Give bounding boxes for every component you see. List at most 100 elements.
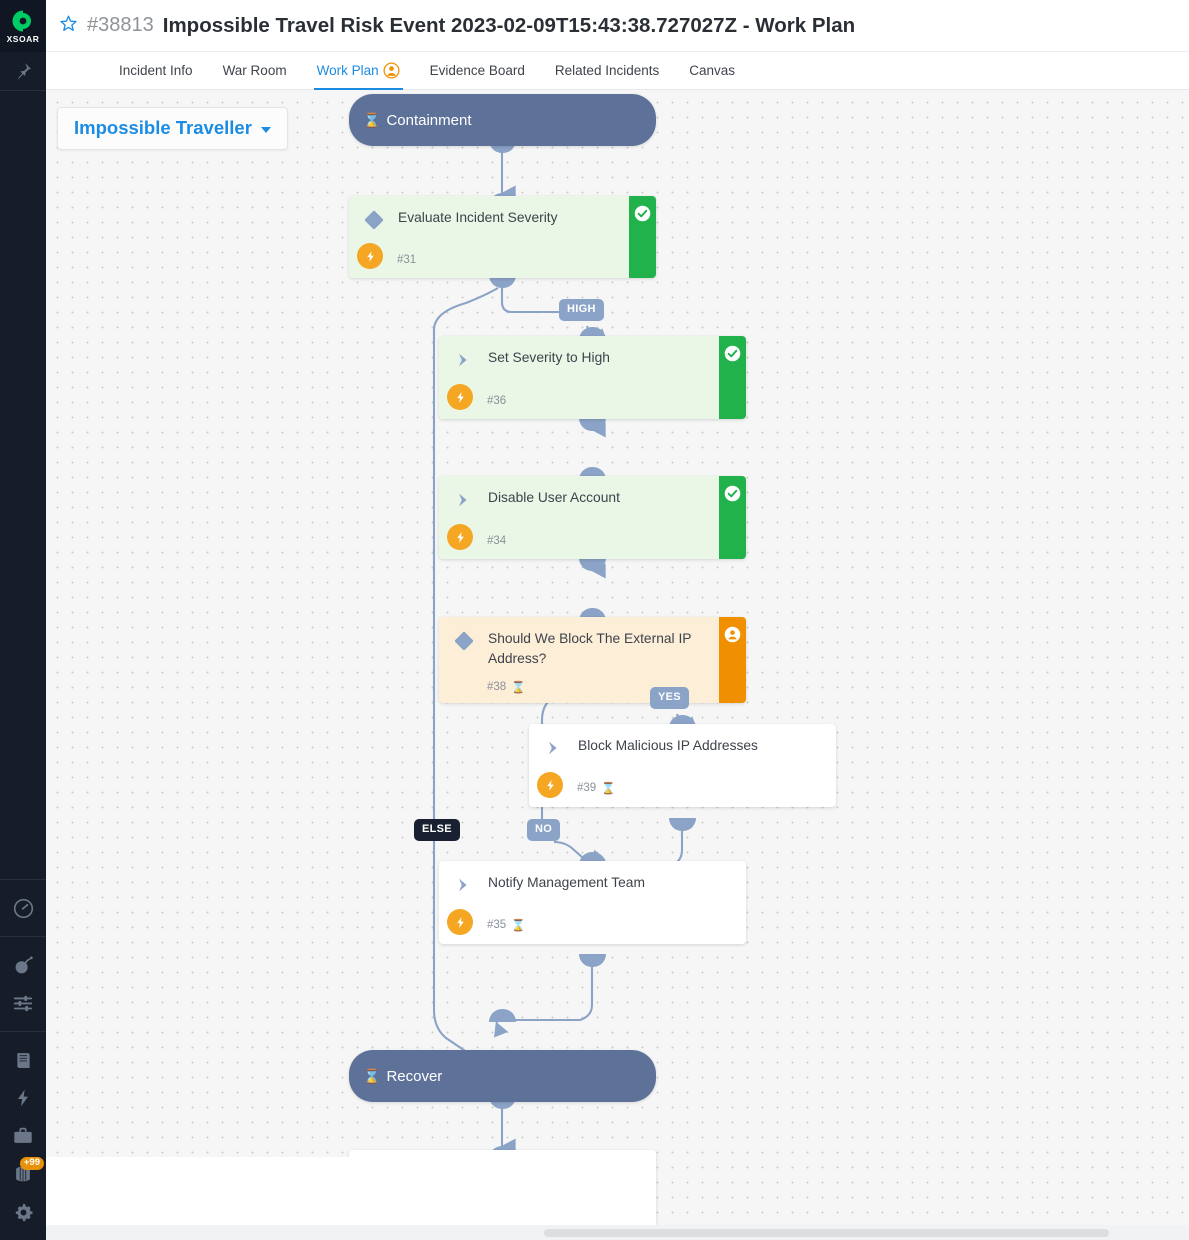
incident-id: #38813 [87,14,154,36]
task-node-block-malicious-ip-addresses[interactable]: Block Malicious IP Addresses #39 ⌛ [529,724,836,807]
task-chevron-icon [454,490,474,515]
condition-diamond-icon [454,631,474,656]
lightning-icon [357,243,383,269]
lightning-icon [447,909,473,935]
tab-incident-info[interactable]: Incident Info [104,52,208,89]
horizontal-scrollbar-thumb[interactable] [544,1229,1109,1237]
user-circle-icon [724,626,741,643]
task-id: #38 [487,681,507,693]
book-icon [16,1052,30,1068]
task-status-strip [719,617,746,703]
sidebar-item-dashboard[interactable] [0,889,46,927]
check-circle-icon [724,345,741,362]
condition-diamond-icon [364,210,384,235]
task-meta: #39 ⌛ [577,781,616,795]
sidebar-item-settings[interactable] [0,1193,46,1231]
connector-out-t39 [669,818,696,831]
section-node-recover[interactable]: ⌛ Recover [349,1050,656,1102]
tab-evidence-board[interactable]: Evidence Board [415,52,540,89]
section-label: Recover [386,1067,443,1085]
connector-in-recover [489,1009,516,1022]
bomb-icon [15,956,33,974]
check-circle-icon [634,205,651,222]
dashboard-gauge-icon [13,898,33,918]
tab-label: Incident Info [119,63,193,78]
task-meta: #38 ⌛ [487,680,526,694]
task-title: Block Malicious IP Addresses [578,738,758,753]
sidebar-item-pin[interactable] [0,52,46,91]
check-circle-icon [724,485,741,502]
tab-related-incidents[interactable]: Related Incidents [540,52,674,89]
task-node-notify-management-team[interactable]: Notify Management Team #35 ⌛ [439,861,746,944]
workplan-graph: Impossible Traveller ⌛ Containment Evalu… [46,90,1189,1240]
xsoar-app: XSOAR +99 #38813 Impossible Travel Risk … [0,0,1189,1240]
sliders-icon [13,995,33,1012]
sidebar-item-playbooks[interactable] [0,1041,46,1079]
task-meta: #36 [487,395,506,407]
task-chevron-icon [454,875,474,900]
section-label: Containment [386,111,472,129]
connector-out-t34 [579,558,606,571]
connector-out-t36 [579,418,606,431]
task-node-set-severity-to-high[interactable]: Set Severity to High #36 [439,336,746,419]
rail-group-dashboards [0,879,46,936]
playbook-selector-label: Impossible Traveller [74,117,252,138]
page-title: Impossible Travel Risk Event 2023-02-09T… [162,13,856,37]
pin-icon [17,63,31,80]
lightning-icon [537,772,563,798]
task-chevron-icon [544,738,564,763]
task-node-evaluate-incident-severity[interactable]: Evaluate Incident Severity #31 [349,196,656,278]
lightning-icon [447,524,473,550]
task-id: #34 [487,535,507,547]
tab-label: Canvas [689,63,736,78]
task-meta: #31 [397,254,416,266]
horizontal-scrollbar[interactable] [46,1225,1189,1240]
hourglass-icon: ⌛ [363,112,381,128]
task-node-should-we-block-external-ip[interactable]: Should We Block The External IP Address?… [439,617,746,703]
xsoar-logo[interactable]: XSOAR [0,0,46,52]
lightning-icon [447,384,473,410]
task-status-strip [719,336,746,419]
tab-label: Related Incidents [554,63,660,78]
task-id: #35 [487,919,507,931]
sidebar-item-incidents[interactable]: +99 [0,1155,46,1193]
tab-canvas[interactable]: Canvas [674,52,750,89]
task-status-strip [629,196,656,278]
incidents-badge: +99 [19,1157,44,1170]
rail-group-content: +99 [0,1031,46,1240]
lightning-icon [18,1089,28,1107]
left-nav-rail: XSOAR +99 [0,0,46,1240]
section-node-containment[interactable]: ⌛ Containment [349,94,656,146]
edge-label-no: NO [527,819,561,841]
sidebar-item-threat-intel[interactable] [0,946,46,984]
favorite-star-button[interactable] [59,13,78,38]
hourglass-icon: ⌛ [511,920,526,932]
tab-work-plan[interactable]: Work Plan [302,52,415,90]
xsoar-mark-icon [12,10,31,31]
task-title: Notify Management Team [488,875,645,890]
gear-icon [15,1203,33,1221]
edge-label-yes: YES [650,687,689,709]
canvas-bottom-gutter [46,1157,518,1225]
workplan-canvas[interactable]: Impossible Traveller ⌛ Containment Evalu… [46,90,1189,1240]
tab-label: War Room [222,63,287,78]
task-meta: #35 ⌛ [487,918,526,932]
task-id: #39 [577,782,597,794]
tab-war-room[interactable]: War Room [208,52,302,89]
star-icon [60,15,77,31]
sidebar-item-jobs[interactable] [0,1117,46,1155]
task-id: #36 [487,395,507,407]
tab-bar: Incident Info War Room Work Plan Evidenc… [46,52,1189,90]
tab-label: Evidence Board [429,63,525,78]
tab-label: Work Plan [316,63,379,78]
task-node-disable-user-account[interactable]: Disable User Account #34 [439,476,746,559]
task-meta: #34 [487,535,506,547]
sidebar-item-indicators[interactable] [0,984,46,1022]
rail-group-threat [0,936,46,1031]
task-status-strip [719,476,746,559]
sidebar-item-automations[interactable] [0,1079,46,1117]
edge-label-else: ELSE [414,819,460,841]
playbook-selector[interactable]: Impossible Traveller [57,107,288,150]
edge-label-high: HIGH [559,299,604,321]
user-badge-icon [383,62,400,79]
